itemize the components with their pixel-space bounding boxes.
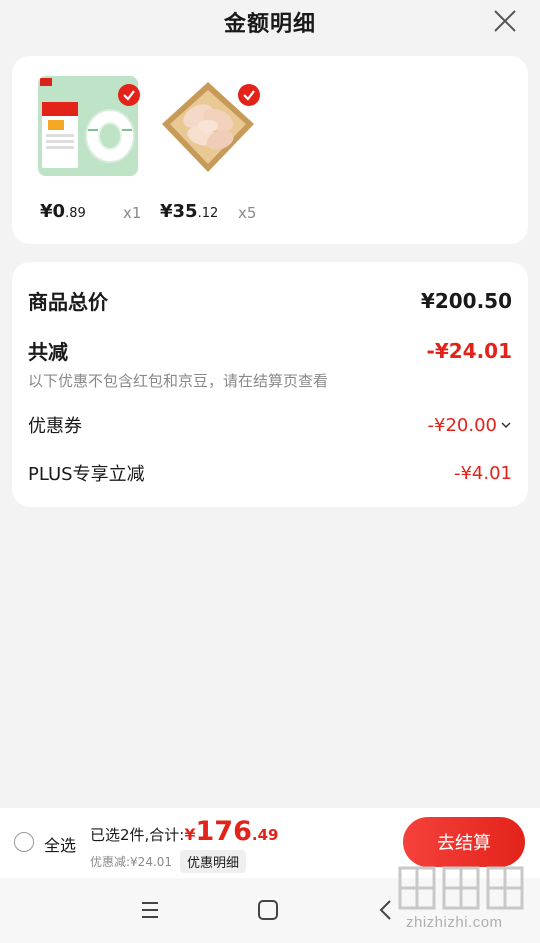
page-title: 金额明细 (223, 12, 316, 37)
select-all-label[interactable]: 全选 (44, 832, 76, 856)
products-card: ¥0.89 x1 ¥35.12 x5 (12, 56, 528, 244)
discount-detail-button[interactable]: 优惠明细 (180, 850, 247, 873)
checkout-bar: 全选 已选2件,合计: ¥ 176 .49 优惠减:¥24.01 优惠明细 去结… (0, 808, 540, 878)
product-qty: x1 (123, 204, 142, 222)
coupon-label: 优惠券 (28, 416, 82, 437)
select-all-radio[interactable] (14, 832, 34, 852)
summary-discount-line: 优惠减:¥24.01 优惠明细 (90, 850, 390, 873)
product-qty: x5 (238, 204, 257, 222)
plus-label: PLUS专享立减 (28, 464, 145, 485)
home-icon[interactable] (256, 898, 280, 922)
product-price-int: ¥0 (40, 201, 66, 222)
coupon-value: -¥20.00 (427, 414, 497, 436)
total-amount-int: 176 (195, 816, 252, 847)
discount-label: 共减 (28, 340, 68, 364)
discount-note: 以下优惠不包含红包和京豆，请在结算页查看 (28, 372, 329, 390)
total-value: ¥200.50 (420, 288, 512, 313)
product-price-int: ¥35 (160, 201, 198, 222)
total-amount-dec: .49 (251, 826, 279, 844)
menu-icon[interactable] (138, 898, 162, 922)
total-label: 商品总价 (28, 290, 108, 314)
header: 金额明细 (0, 0, 540, 44)
product-price: ¥0.89 (40, 201, 86, 222)
product-price-dec: .12 (197, 206, 219, 221)
plus-value: -¥4.01 (453, 462, 512, 484)
coupon-value-wrap[interactable]: -¥20.00 (428, 415, 512, 436)
product-price-dec: .89 (65, 206, 86, 221)
chevron-down-icon[interactable] (500, 419, 512, 431)
product-price: ¥35.12 (160, 201, 218, 222)
summary-total-line: 已选2件,合计: ¥ 176 .49 (90, 816, 390, 848)
order-summary: 已选2件,合计: ¥ 176 .49 优惠减:¥24.01 优惠明细 (90, 816, 390, 873)
plus-row: PLUS专享立减 -¥4.01 (28, 460, 512, 486)
checkout-button[interactable]: 去结算 (403, 817, 525, 867)
amount-detail-card: 商品总价 ¥200.50 共减 -¥24.01 以下优惠不包含红包和京豆，请在结… (12, 262, 528, 507)
checkmark-icon[interactable] (238, 84, 260, 106)
selected-text: 已选2件,合计: (90, 826, 185, 844)
system-nav-bar (0, 878, 540, 943)
discount-row: 共减 -¥24.01 (28, 336, 512, 365)
close-icon[interactable] (490, 6, 520, 36)
total-row: 商品总价 ¥200.50 (28, 286, 512, 315)
coupon-row[interactable]: 优惠券 -¥20.00 (28, 412, 512, 438)
total-currency: ¥ (184, 825, 196, 844)
checkmark-icon[interactable] (118, 84, 140, 106)
discount-summary: 优惠减:¥24.01 (90, 855, 173, 869)
discount-value: -¥24.01 (426, 338, 512, 363)
back-icon[interactable] (374, 898, 398, 922)
